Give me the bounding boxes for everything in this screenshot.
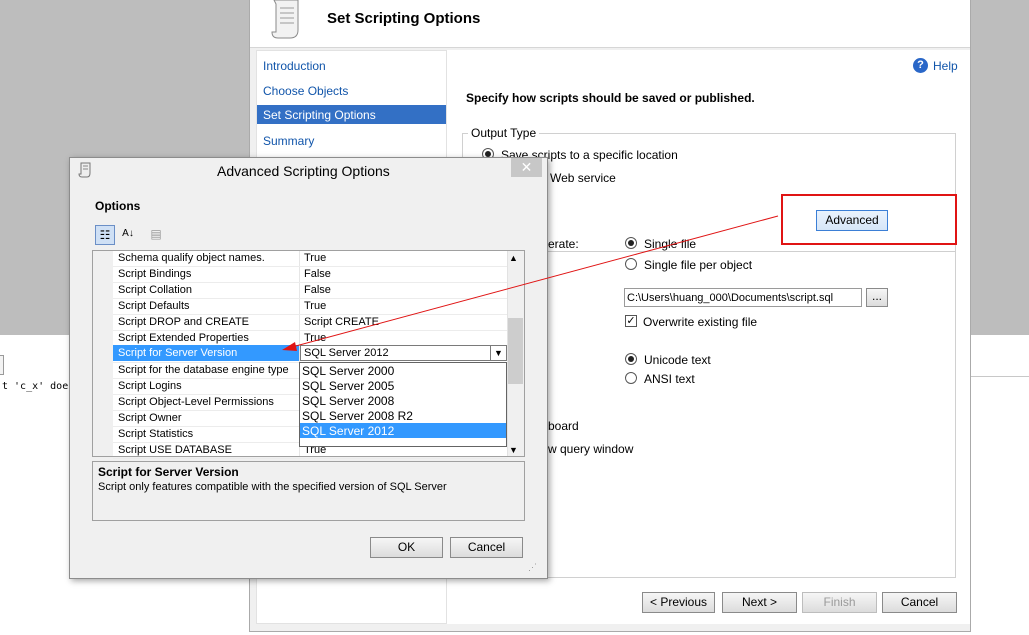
annotation-arrow xyxy=(282,215,779,351)
